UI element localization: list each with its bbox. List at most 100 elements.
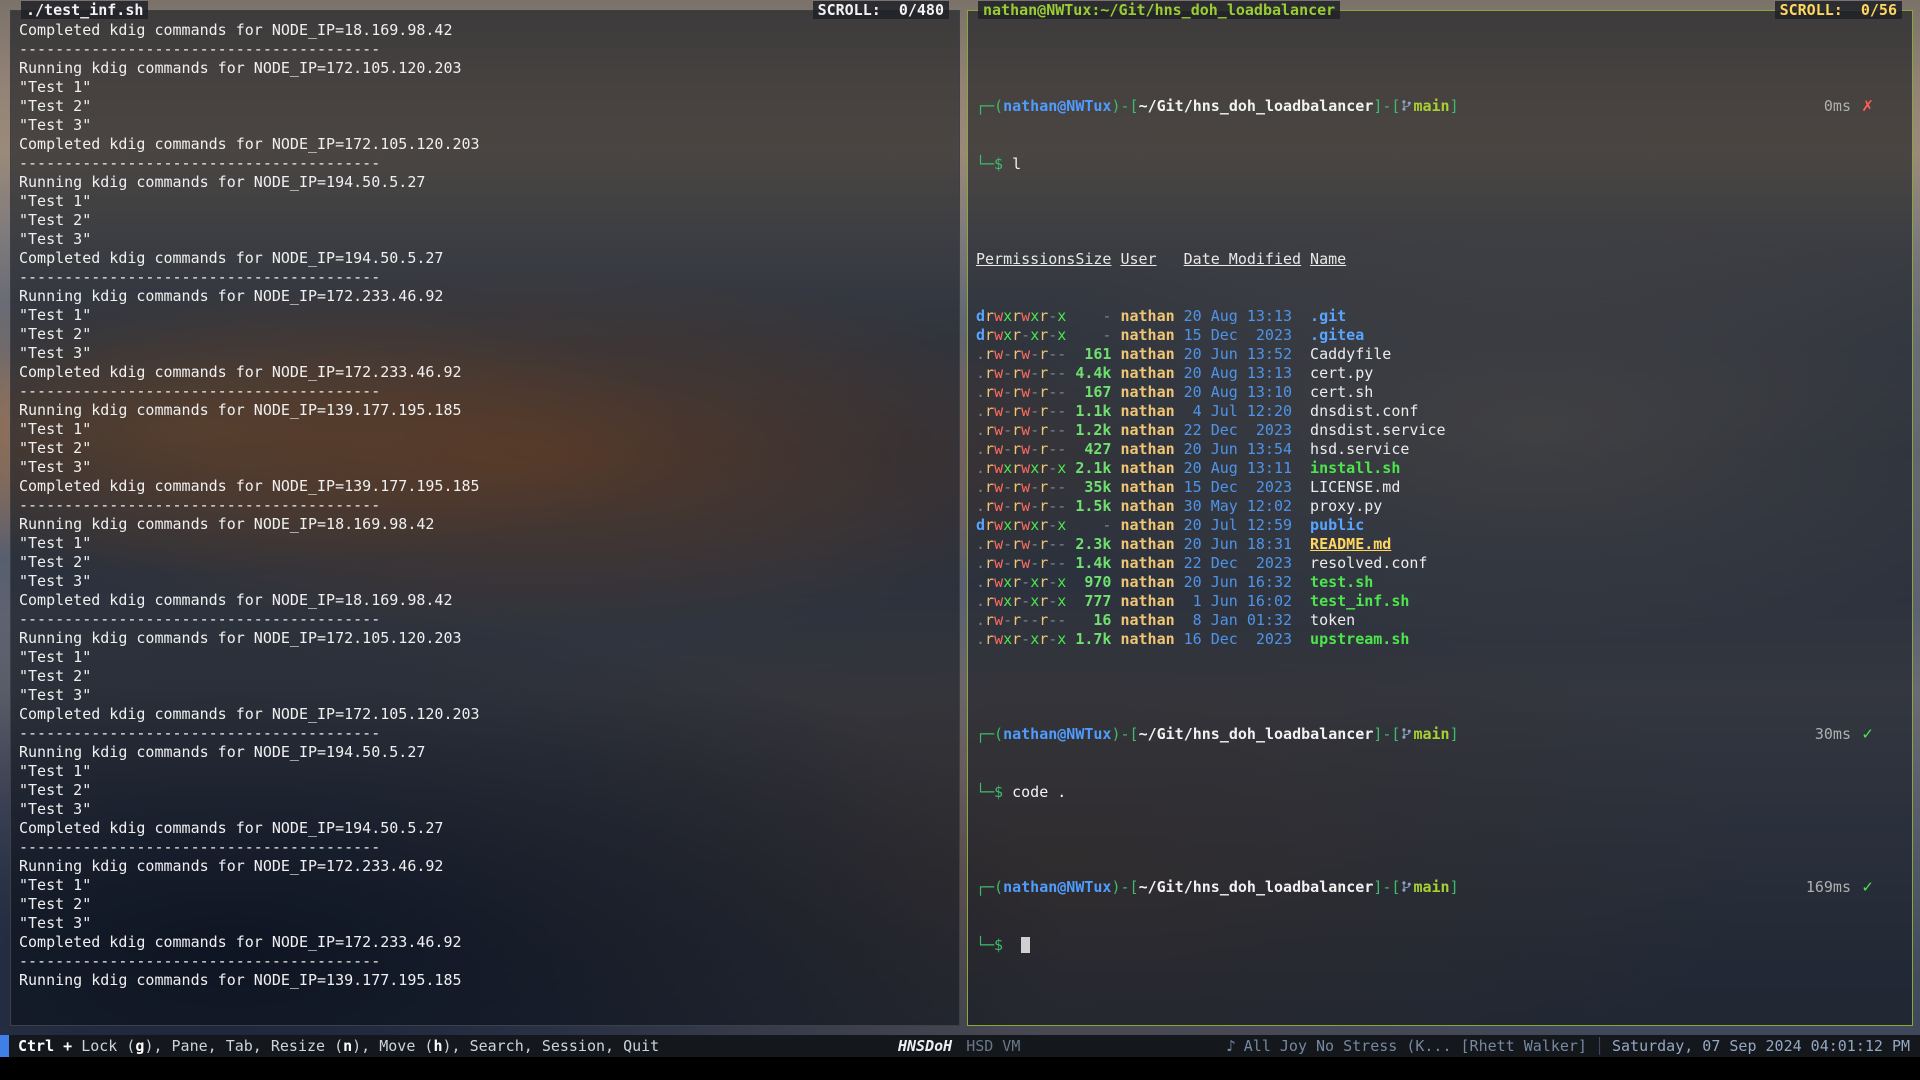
now-playing: All Joy No Stress (K... [Rhett Walker] (1244, 1037, 1587, 1055)
right-status: ♪ All Joy No Stress (K... [Rhett Walker]… (1226, 1035, 1910, 1057)
log-line: Completed kdig commands for NODE_IP=194.… (19, 249, 951, 268)
prompt-line: ┌─(nathan@NWTux)-[~/Git/hns_doh_loadbala… (976, 878, 1904, 898)
log-line: "Test 1" (19, 648, 951, 667)
file-name: README.md (1310, 535, 1391, 554)
file-date: 30 May 12:02 (1184, 497, 1301, 516)
file-date: 20 Aug 13:13 (1184, 307, 1301, 326)
status-accent-block (0, 1035, 9, 1057)
file-date: 20 Jun 13:52 (1184, 345, 1301, 364)
file-name: Caddyfile (1310, 345, 1391, 364)
file-row: .rw-rw-r--1.5knathan30 May 12:02proxy.py (976, 497, 1904, 516)
prompt-frame: ┌─( (976, 725, 1003, 743)
log-line: Running kdig commands for NODE_IP=18.169… (19, 515, 951, 534)
file-name: install.sh (1310, 459, 1400, 478)
right-pane[interactable]: nathan@NWTux:~/Git/hns_doh_loadbalancer … (967, 10, 1913, 1026)
file-name: cert.py (1310, 364, 1373, 383)
file-row: drwxrwxr-x-nathan20 Aug 13:13.git (976, 307, 1904, 326)
file-date: 20 Jun 18:31 (1184, 535, 1301, 554)
file-row: .rw-rw-r--1.1k nathan 4 Jul 12:20 dnsdist.… (976, 402, 1904, 421)
file-listing: drwxrwxr-x-nathan20 Aug 13:13.gitdrwxr-x… (976, 307, 1904, 649)
log-line: ---------------------------------------- (19, 610, 951, 629)
file-date: 22 Dec 2023 (1184, 421, 1301, 440)
log-line: ---------------------------------------- (19, 382, 951, 401)
file-size: 1.5k (1075, 497, 1111, 516)
keybind-segment: Move ( (379, 1037, 433, 1055)
file-size: 161 (1075, 345, 1111, 364)
file-name: test_inf.sh (1310, 592, 1409, 611)
keybind-segment: Resize ( (271, 1037, 343, 1055)
status-error-icon: ✗ (1861, 97, 1874, 115)
listing-header: PermissionsSizeUserDate ModifiedName (976, 250, 1904, 269)
file-owner: nathan (1120, 402, 1174, 421)
file-row: .rwxr-xr-x1.7knathan16 Dec 2023upstream.… (976, 630, 1904, 649)
file-permissions: .rw-rw-r-- (976, 383, 1075, 402)
log-line: Running kdig commands for NODE_IP=172.10… (19, 59, 951, 78)
log-line: "Test 1" (19, 192, 951, 211)
file-size: 1.2k (1075, 421, 1111, 440)
file-owner: nathan (1120, 421, 1174, 440)
file-name: resolved.conf (1310, 554, 1427, 573)
file-row: .rw-rw-r--1.4knathan22 Dec 2023resolved.… (976, 554, 1904, 573)
log-line: Completed kdig commands for NODE_IP=18.1… (19, 21, 951, 40)
file-name: upstream.sh (1310, 630, 1409, 649)
file-size: - (1075, 326, 1111, 345)
file-date: 20 Jun 16:32 (1184, 573, 1301, 592)
file-name: dnsdist.conf (1310, 402, 1418, 421)
file-name: .gitea (1310, 326, 1364, 345)
keybind-segment: Pane, (172, 1037, 226, 1055)
log-line: "Test 3" (19, 686, 951, 705)
log-line: Completed kdig commands for NODE_IP=172.… (19, 363, 951, 382)
tab-hsd-vm[interactable]: HSD VM (966, 1037, 1020, 1055)
log-line: Completed kdig commands for NODE_IP=18.1… (19, 591, 951, 610)
command-duration: 0ms (1824, 97, 1851, 115)
file-size: 1.1k (1075, 402, 1111, 421)
file-owner: nathan (1120, 440, 1174, 459)
log-line: ---------------------------------------- (19, 952, 951, 971)
file-row: .rw-rw-r--161nathan20 Jun 13:52Caddyfile (976, 345, 1904, 364)
log-line: ---------------------------------------- (19, 154, 951, 173)
log-line: Completed kdig commands for NODE_IP=139.… (19, 477, 951, 496)
file-permissions: .rwxr-xr-x (976, 573, 1075, 592)
command-line-current[interactable]: └─$ (976, 936, 1904, 955)
log-line: "Test 3" (19, 914, 951, 933)
prompt-path: ~/Git/hns_doh_loadbalancer (1139, 878, 1374, 896)
command-duration: 30ms (1815, 725, 1851, 743)
log-line: ---------------------------------------- (19, 268, 951, 287)
file-date: 4 Jul 12:20 (1184, 402, 1301, 421)
log-line: ---------------------------------------- (19, 838, 951, 857)
log-line: "Test 2" (19, 97, 951, 116)
file-size: 2.1k (1075, 459, 1111, 478)
command-text: code . (1012, 783, 1066, 801)
log-line: "Test 1" (19, 876, 951, 895)
tab-hnsdoh[interactable]: HNSDoH (898, 1037, 952, 1055)
file-date: 22 Dec 2023 (1184, 554, 1301, 573)
log-line: "Test 3" (19, 572, 951, 591)
terminal-output-right: ┌─(nathan@NWTux)-[~/Git/hns_doh_loadbala… (968, 11, 1912, 1025)
log-line: "Test 3" (19, 116, 951, 135)
file-date: 1 Jun 16:02 (1184, 592, 1301, 611)
left-pane[interactable]: ./test_inf.sh SCROLL: 0/480 Completed kd… (10, 10, 960, 1026)
log-line: "Test 2" (19, 439, 951, 458)
file-size: 777 (1075, 592, 1111, 611)
file-permissions: .rwxr-xr-x (976, 630, 1075, 649)
prompt-path: ~/Git/hns_doh_loadbalancer (1139, 97, 1374, 115)
keybind-segment: ), (352, 1037, 379, 1055)
keybind-hints: Ctrl + Lock (g), Pane, Tab, Resize (n), … (18, 1037, 659, 1055)
log-line: "Test 2" (19, 781, 951, 800)
status-ok-icon: ✓ (1861, 725, 1874, 743)
music-note-icon: ♪ (1226, 1037, 1236, 1055)
file-name: proxy.py (1310, 497, 1382, 516)
prompt-line: ┌─(nathan@NWTux)-[~/Git/hns_doh_loadbala… (976, 725, 1904, 745)
log-line: ---------------------------------------- (19, 40, 951, 59)
prompt-frame: ┌─( (976, 97, 1003, 115)
file-permissions: .rw-rw-r-- (976, 402, 1075, 421)
file-size: 970 (1075, 573, 1111, 592)
log-line: "Test 1" (19, 306, 951, 325)
log-line: "Test 1" (19, 78, 951, 97)
file-owner: nathan (1120, 459, 1174, 478)
file-size: 16 (1075, 611, 1111, 630)
log-line: Completed kdig commands for NODE_IP=172.… (19, 135, 951, 154)
log-line: Running kdig commands for NODE_IP=172.10… (19, 629, 951, 648)
clock: Saturday, 07 Sep 2024 04:01:12 PM (1612, 1037, 1910, 1055)
file-permissions: .rw-r--r-- (976, 611, 1075, 630)
